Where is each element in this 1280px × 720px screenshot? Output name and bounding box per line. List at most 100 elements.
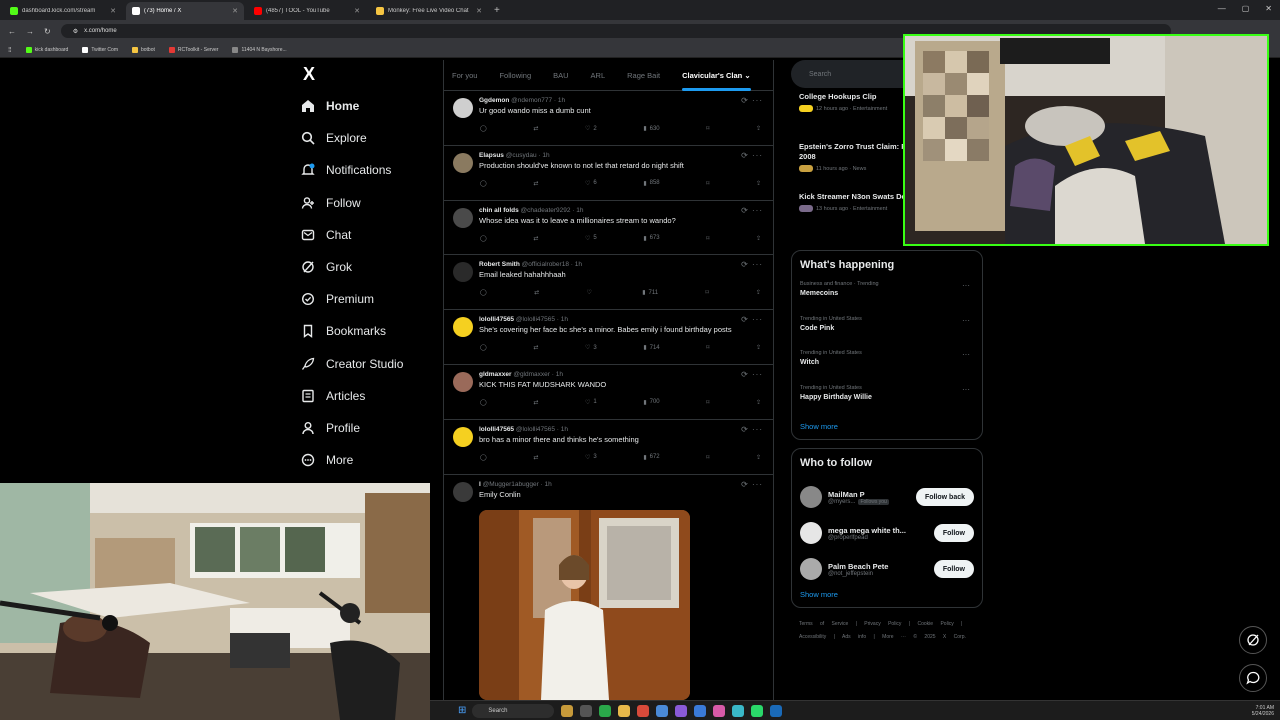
taskbar-app-icon[interactable] xyxy=(580,704,593,717)
follow-name[interactable]: Palm Beach Pete xyxy=(828,562,928,571)
reply-icon[interactable]: ◯ xyxy=(480,235,487,242)
more-options-icon[interactable]: ··· xyxy=(962,350,970,359)
tweet[interactable]: lololli47565 @lololli47565 · 1h She's cov… xyxy=(444,310,773,365)
grok-float-button[interactable] xyxy=(1239,626,1267,654)
windows-start-icon[interactable]: ⊞ xyxy=(458,705,466,716)
views-button[interactable]: ▮ 672 xyxy=(643,454,659,461)
avatar[interactable] xyxy=(453,152,473,173)
retweet-icon[interactable]: ⇄ xyxy=(533,344,538,351)
retweet-icon[interactable]: ⇄ xyxy=(533,235,538,242)
avatar[interactable] xyxy=(800,522,822,544)
views-button[interactable]: ▮ 858 xyxy=(643,180,659,187)
browser-tab-active[interactable]: (73) Home / X ✕ xyxy=(126,2,244,20)
like-button[interactable]: ♡ xyxy=(586,289,594,296)
like-button[interactable]: ♡ 3 xyxy=(585,454,597,461)
taskbar-app-icon[interactable] xyxy=(618,704,631,717)
share-icon[interactable]: ⇪ xyxy=(756,125,761,132)
new-tab-button[interactable]: + xyxy=(494,2,500,20)
tweet-author[interactable]: Robert Smith xyxy=(479,261,520,268)
more-options-icon[interactable]: ⟳ ··· xyxy=(741,260,763,269)
nav-home[interactable]: Home xyxy=(300,90,440,122)
nav-explore[interactable]: Explore xyxy=(300,122,440,154)
like-button[interactable]: ♡ 2 xyxy=(585,125,597,133)
follow-button[interactable]: Follow back xyxy=(915,488,974,506)
tweet-photo[interactable] xyxy=(479,509,690,700)
more-options-icon[interactable]: ⟳ ··· xyxy=(741,480,763,489)
nav-bookmarks[interactable]: Bookmarks xyxy=(300,315,440,347)
bookmark[interactable]: botbot xyxy=(131,46,155,53)
views-button[interactable]: ▮ 673 xyxy=(643,235,659,242)
follow-name[interactable]: mega mega white th... xyxy=(828,526,928,535)
tweet-author[interactable]: lololli47565 xyxy=(479,426,514,433)
bookmark[interactable]: 11404 N Bayshore... xyxy=(232,46,287,53)
follow-name[interactable]: MailMan P xyxy=(828,490,910,499)
share-icon[interactable]: ⇪ xyxy=(756,235,761,242)
tab-following[interactable]: Following xyxy=(499,71,531,80)
follow-button[interactable]: Follow xyxy=(933,560,974,578)
tweet[interactable]: Ggdemon @ndemon777 · 1h Ur good wando mis… xyxy=(444,91,773,146)
bookmark-icon[interactable]: ⌑ xyxy=(706,235,709,242)
avatar[interactable] xyxy=(800,486,822,508)
close-window-icon[interactable]: ✕ xyxy=(1265,4,1272,13)
like-button[interactable]: ♡ 5 xyxy=(585,235,597,242)
avatar[interactable] xyxy=(453,426,473,447)
nav-grok[interactable]: Grok xyxy=(300,251,440,283)
taskbar-app-icon[interactable] xyxy=(732,704,745,717)
trend-item[interactable]: Trending in United States Code Pink ··· xyxy=(800,316,974,351)
tweet-author[interactable]: Ggdemon xyxy=(479,97,509,104)
views-button[interactable]: ▮ 700 xyxy=(643,399,659,406)
close-icon[interactable]: ✕ xyxy=(354,7,360,15)
taskbar-app-icon[interactable] xyxy=(561,704,574,717)
avatar[interactable] xyxy=(453,98,473,118)
nav-premium[interactable]: Premium xyxy=(300,283,440,315)
reply-icon[interactable]: ◯ xyxy=(480,125,487,132)
close-icon[interactable]: ✕ xyxy=(110,7,116,15)
bookmark-icon[interactable]: ⌑ xyxy=(706,454,709,461)
views-button[interactable]: ▮ 714 xyxy=(643,344,659,352)
browser-tab[interactable]: (4857) TOOL - YouTube ✕ xyxy=(248,2,366,20)
tab-bau[interactable]: BAU xyxy=(553,71,568,80)
reply-icon[interactable]: ◯ xyxy=(480,289,487,296)
system-clock[interactable]: 7:01 AM 5/24/2026 xyxy=(1252,705,1274,717)
taskbar-app-icon[interactable] xyxy=(694,704,707,717)
tweet[interactable]: chin all folds @chadeater9292 · 1h Whose … xyxy=(444,201,773,256)
browser-tab[interactable]: Monkey: Free Live Video Chat ✕ xyxy=(370,2,488,20)
share-icon[interactable]: ⇪ xyxy=(756,344,761,351)
nav-chat[interactable]: Chat xyxy=(300,219,440,251)
bookmark-icon[interactable]: ⌑ xyxy=(706,399,709,406)
nav-profile[interactable]: Profile xyxy=(300,412,440,444)
show-more-link[interactable]: Show more xyxy=(800,422,974,431)
tweet-author[interactable]: Elapsus xyxy=(479,152,504,159)
tab-clan-active[interactable]: Clavicular's Clan ⌄ xyxy=(682,71,751,91)
retweet-icon[interactable]: ⇄ xyxy=(534,289,539,296)
retweet-icon[interactable]: ⇄ xyxy=(533,454,538,461)
tab-rage-bait[interactable]: Rage Bait xyxy=(627,71,660,80)
more-options-icon[interactable]: ⟳ ··· xyxy=(741,96,763,105)
avatar[interactable] xyxy=(453,207,473,228)
taskbar-app-icon[interactable] xyxy=(637,704,650,717)
more-options-icon[interactable]: ⟳ ··· xyxy=(741,206,763,215)
bookmark[interactable]: Twitter Com xyxy=(82,46,118,53)
tab-for-you[interactable]: For you xyxy=(452,71,477,80)
trend-item[interactable]: Business and finance · Trending Memecoins… xyxy=(800,281,974,316)
share-icon[interactable]: ⇪ xyxy=(756,454,761,461)
retweet-icon[interactable]: ⇄ xyxy=(533,125,538,132)
tweet-media-post[interactable]: I @Mugger1abugger · 1h Emily Conlin ⟳ ··… xyxy=(444,475,773,700)
tweet-author[interactable]: chin all folds xyxy=(479,207,519,214)
more-options-icon[interactable]: ⟳ ··· xyxy=(741,151,763,160)
reply-icon[interactable]: ◯ xyxy=(480,399,487,406)
follow-button[interactable]: Follow xyxy=(933,524,974,542)
site-info-icon[interactable]: ⚙ xyxy=(73,28,78,35)
tweet[interactable]: lololli47565 @lololli47565 · 1h bro has a… xyxy=(444,420,773,475)
back-icon[interactable]: ← xyxy=(8,27,16,36)
avatar[interactable] xyxy=(800,558,822,580)
trend-item[interactable]: Trending in United States Happy Birthday … xyxy=(800,385,974,420)
nav-articles[interactable]: Articles xyxy=(300,380,440,412)
taskbar-app-icon[interactable] xyxy=(770,704,783,717)
close-icon[interactable]: ✕ xyxy=(476,7,482,15)
taskbar-app-icon[interactable] xyxy=(751,704,764,717)
share-icon[interactable]: ⇪ xyxy=(756,180,761,187)
reply-icon[interactable]: ◯ xyxy=(480,344,487,351)
reply-icon[interactable]: ◯ xyxy=(480,454,487,461)
views-button[interactable]: ▮ 711 xyxy=(642,289,658,297)
